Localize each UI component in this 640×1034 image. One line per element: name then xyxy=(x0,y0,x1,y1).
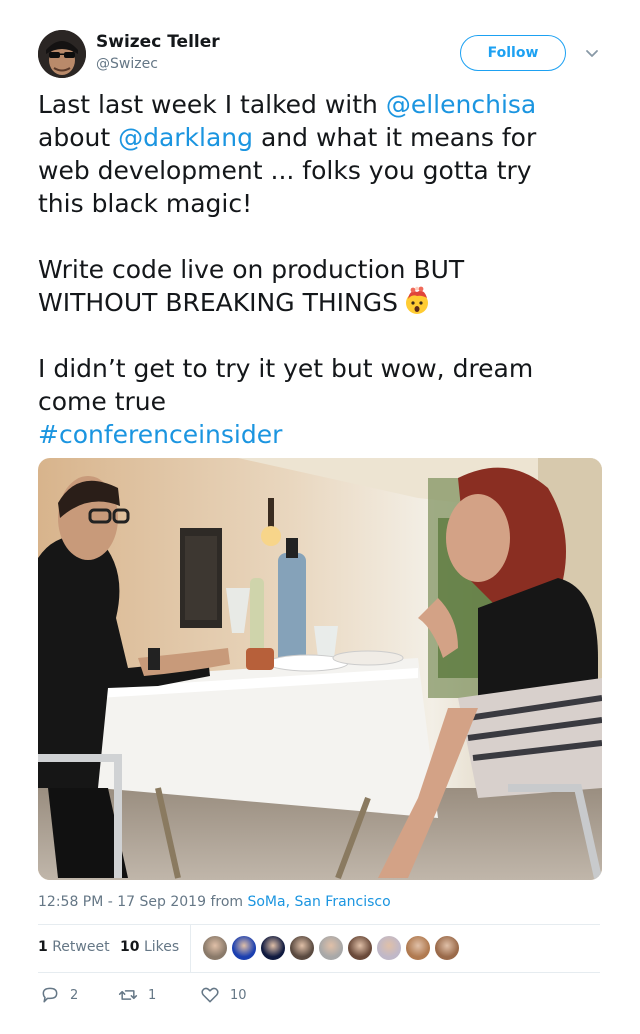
tweet-text-segment: WITHOUT BREAKING THINGS xyxy=(38,288,398,317)
follow-button[interactable]: Follow xyxy=(460,35,566,71)
liker-avatar[interactable] xyxy=(318,935,344,961)
tweet-text-segment: about xyxy=(38,123,119,152)
likes-label: Likes xyxy=(143,939,180,955)
tweet-stats: 1 Retweet 10 Likes xyxy=(38,925,600,973)
retweets-stat[interactable]: 1 Retweet xyxy=(38,939,110,955)
tweet-text-segment: and what it means for xyxy=(253,123,537,152)
divider xyxy=(38,972,600,973)
reply-button[interactable]: 2 xyxy=(40,984,78,1006)
tweet-text-segment: Last last week I talked with xyxy=(38,90,386,119)
author-name[interactable]: Swizec Teller xyxy=(96,32,220,52)
liker-avatar[interactable] xyxy=(231,935,257,961)
author-handle[interactable]: @Swizec xyxy=(96,56,158,72)
tweet-actions: 2 1 10 xyxy=(38,984,600,1008)
tweet-text-line: come true xyxy=(38,387,167,416)
tweet-text-line: Write code live on production BUT xyxy=(38,255,465,284)
liker-avatar[interactable] xyxy=(434,935,460,961)
chevron-down-icon[interactable] xyxy=(583,44,601,62)
retweet-icon xyxy=(118,990,138,1000)
liker-avatar[interactable] xyxy=(289,935,315,961)
mention-link-ellenchisa[interactable]: @ellenchisa xyxy=(386,90,536,119)
tweet-text-line: this black magic! xyxy=(38,189,253,218)
mention-link-darklang[interactable]: @darklang xyxy=(118,123,253,152)
likes-stat[interactable]: 10 Likes xyxy=(120,939,179,955)
tweet-text-line: I didn’t get to try it yet but wow, drea… xyxy=(38,354,534,383)
liker-avatar[interactable] xyxy=(347,935,373,961)
liker-avatar[interactable] xyxy=(260,935,286,961)
reply-count: 2 xyxy=(70,987,79,1003)
retweet-count: 1 xyxy=(148,987,157,1003)
divider xyxy=(190,925,191,973)
like-count: 10 xyxy=(230,987,247,1003)
tweet-text-line: web development ... folks you gotta try xyxy=(38,156,532,185)
reply-icon xyxy=(42,987,58,1003)
liker-avatar[interactable] xyxy=(202,935,228,961)
likes-count: 10 xyxy=(120,939,140,955)
tweet-meta: 12:58 PM - 17 Sep 2019 from SoMa, San Fr… xyxy=(38,894,391,910)
tweet-text: Last last week I talked with @ellenchisa… xyxy=(38,88,608,451)
tweet-photo[interactable] xyxy=(38,458,602,880)
heart-icon xyxy=(201,987,219,1003)
like-button[interactable]: 10 xyxy=(200,984,247,1006)
exploding-head-icon xyxy=(405,286,428,314)
tweet-timestamp[interactable]: 12:58 PM - 17 Sep 2019 from xyxy=(38,894,247,910)
liker-avatar[interactable] xyxy=(376,935,402,961)
divider xyxy=(38,924,600,925)
liker-avatar[interactable] xyxy=(405,935,431,961)
author-avatar[interactable] xyxy=(38,30,86,78)
tweet-location-link[interactable]: SoMa, San Francisco xyxy=(247,894,390,910)
hashtag-link[interactable]: #conferenceinsider xyxy=(38,418,608,451)
retweets-label: Retweet xyxy=(52,939,110,955)
retweets-count: 1 xyxy=(38,939,48,955)
retweet-button[interactable]: 1 xyxy=(118,984,156,1006)
